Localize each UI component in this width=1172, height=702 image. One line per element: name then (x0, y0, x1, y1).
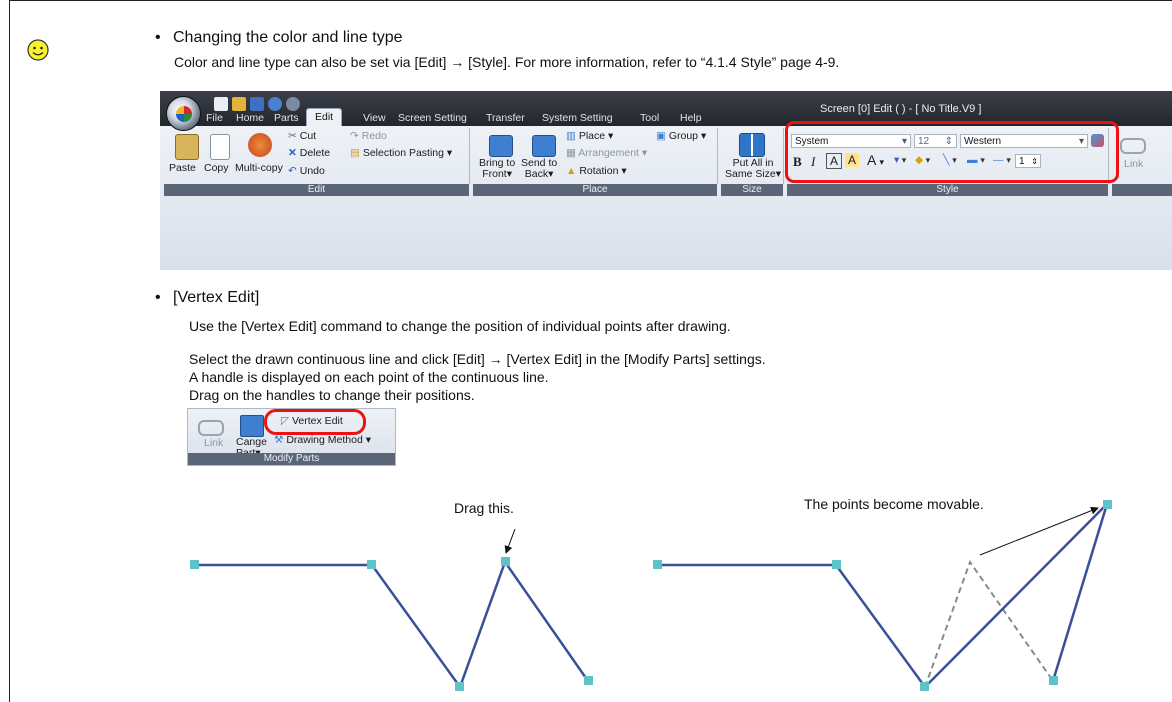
app-logo-icon (176, 106, 192, 122)
left-polyline (194, 559, 590, 690)
vertex-handle[interactable] (1049, 676, 1058, 685)
vertex-handle[interactable] (501, 557, 510, 566)
vertex-handle[interactable] (920, 682, 929, 691)
vertex-handle[interactable] (653, 560, 662, 569)
vertex-handle[interactable] (832, 560, 841, 569)
vertex-handle[interactable] (455, 682, 464, 691)
app-menu-button[interactable] (166, 96, 201, 131)
vertex-handle[interactable] (367, 560, 376, 569)
vertex-handle[interactable] (584, 676, 593, 685)
vertex-handle[interactable] (190, 560, 199, 569)
vertex-handle[interactable] (1103, 500, 1112, 509)
drag-arrow (504, 528, 516, 554)
